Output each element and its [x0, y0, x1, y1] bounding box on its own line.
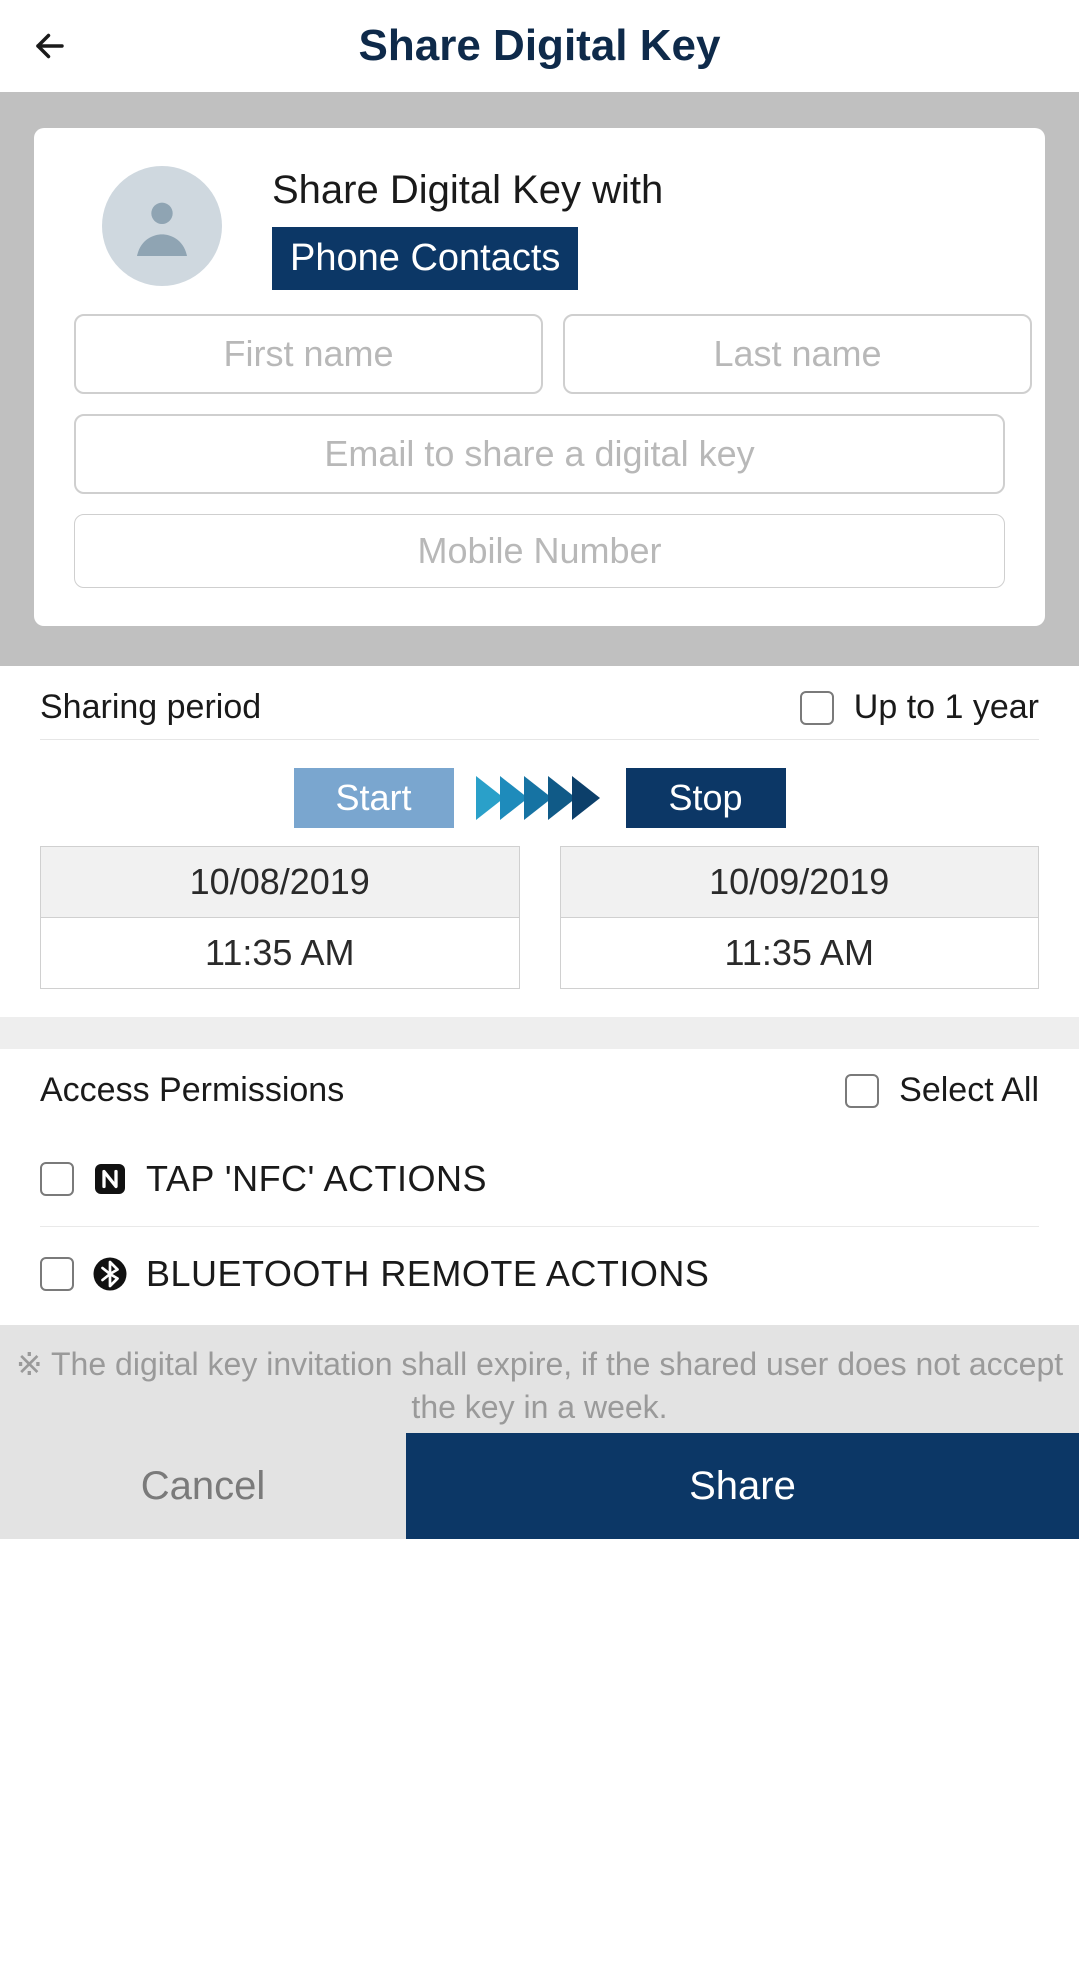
- up-to-year-checkbox[interactable]: [800, 691, 834, 725]
- start-button[interactable]: Start: [294, 768, 454, 828]
- bluetooth-checkbox[interactable]: [40, 1257, 74, 1291]
- share-button[interactable]: Share: [406, 1433, 1079, 1539]
- sharing-period-section: Sharing period Up to 1 year Start Stop 1…: [0, 666, 1079, 1017]
- section-divider: [0, 1017, 1079, 1049]
- mobile-input[interactable]: [74, 514, 1005, 588]
- cancel-button[interactable]: Cancel: [0, 1433, 406, 1539]
- start-date: 10/08/2019: [41, 847, 519, 918]
- chevron-arrows-icon: [480, 776, 600, 820]
- stop-button[interactable]: Stop: [626, 768, 786, 828]
- stop-datetime[interactable]: 10/09/2019 11:35 AM: [560, 846, 1040, 989]
- start-time: 11:35 AM: [41, 918, 519, 988]
- stop-time: 11:35 AM: [561, 918, 1039, 988]
- last-name-input[interactable]: [563, 314, 1032, 394]
- email-input[interactable]: [74, 414, 1005, 494]
- contact-section: Share Digital Key with Phone Contacts: [0, 92, 1079, 666]
- select-all-label: Select All: [899, 1071, 1039, 1110]
- nfc-label: TAP 'NFC' ACTIONS: [146, 1158, 487, 1200]
- permissions-label: Access Permissions: [40, 1071, 344, 1110]
- permission-item-nfc: TAP 'NFC' ACTIONS: [40, 1132, 1039, 1227]
- avatar-placeholder-icon: [102, 166, 222, 286]
- sharing-period-label: Sharing period: [40, 688, 261, 727]
- nfc-icon: [90, 1159, 130, 1199]
- stop-date: 10/09/2019: [561, 847, 1039, 918]
- bluetooth-label: BLUETOOTH REMOTE ACTIONS: [146, 1253, 709, 1295]
- permissions-list: TAP 'NFC' ACTIONS BLUETOOTH REMOTE ACTIO…: [0, 1132, 1079, 1325]
- footer-buttons: Cancel Share: [0, 1433, 1079, 1539]
- page-title: Share Digital Key: [0, 21, 1079, 71]
- nfc-checkbox[interactable]: [40, 1162, 74, 1196]
- permission-item-bluetooth: BLUETOOTH REMOTE ACTIONS: [40, 1227, 1039, 1325]
- start-datetime[interactable]: 10/08/2019 11:35 AM: [40, 846, 520, 989]
- up-to-year-label: Up to 1 year: [854, 688, 1039, 727]
- first-name-input[interactable]: [74, 314, 543, 394]
- expiry-note-area: ※ The digital key invitation shall expir…: [0, 1325, 1079, 1433]
- header-bar: Share Digital Key: [0, 0, 1079, 92]
- back-icon[interactable]: [30, 26, 70, 66]
- share-with-label: Share Digital Key with: [272, 168, 663, 213]
- phone-contacts-button[interactable]: Phone Contacts: [272, 227, 578, 290]
- bluetooth-icon: [90, 1254, 130, 1294]
- expiry-note-text: ※ The digital key invitation shall expir…: [10, 1343, 1069, 1429]
- permissions-header: Access Permissions Select All: [0, 1049, 1079, 1132]
- select-all-checkbox[interactable]: [845, 1074, 879, 1108]
- share-card: Share Digital Key with Phone Contacts: [34, 128, 1045, 626]
